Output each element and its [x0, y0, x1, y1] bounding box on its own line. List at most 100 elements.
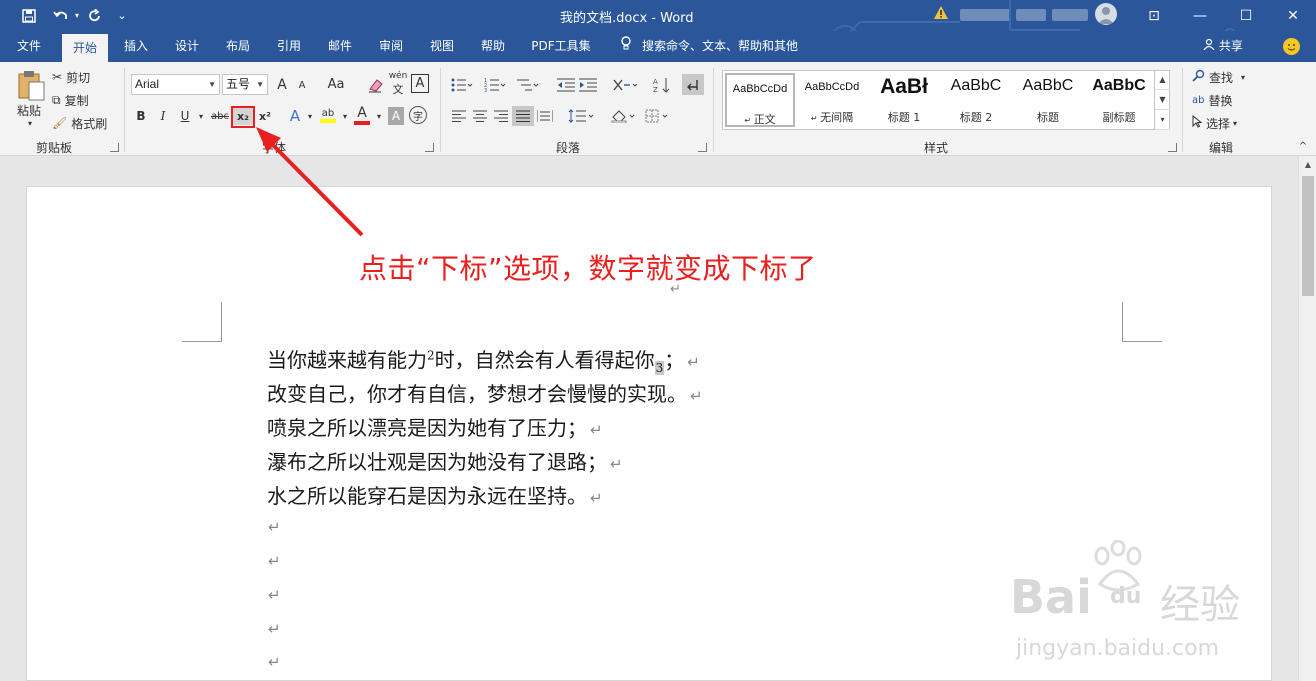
- shrink-font-icon[interactable]: A: [294, 76, 310, 95]
- text-effects-icon[interactable]: A: [286, 106, 304, 126]
- paste-button[interactable]: 粘贴: [12, 102, 46, 118]
- multilevel-list-icon[interactable]: [515, 74, 541, 95]
- sort-icon[interactable]: AZ: [651, 74, 673, 95]
- strikethrough-button[interactable]: abc: [210, 106, 230, 126]
- numbering-icon[interactable]: 123: [482, 74, 508, 95]
- justify-icon[interactable]: [512, 106, 534, 126]
- clear-formatting-icon[interactable]: [366, 74, 386, 95]
- enclose-characters-icon[interactable]: 字: [409, 106, 427, 124]
- styles-scroll-down-icon[interactable]: ▼: [1155, 90, 1170, 110]
- style-heading-1[interactable]: AaBł 标题 1: [869, 73, 939, 127]
- undo-dropdown-icon[interactable]: ▾: [72, 0, 82, 31]
- phonetic-guide-icon[interactable]: wén 文: [388, 71, 408, 96]
- font-color-button[interactable]: A: [352, 104, 372, 126]
- styles-scroll-up-icon[interactable]: ▲: [1155, 70, 1170, 90]
- paragraph-mark[interactable]: ↵: [268, 552, 281, 570]
- tab-file[interactable]: 文件: [6, 31, 52, 62]
- decrease-indent-icon[interactable]: [556, 74, 576, 95]
- styles-more-icon[interactable]: ▾: [1155, 110, 1170, 130]
- ribbon: 粘贴 ▾ ✂ 剪切 ⧉ 复制 🖌 格式刷 剪贴板 Arial ▼ 五号 ▼ A A Aa …: [0, 62, 1316, 156]
- tab-review[interactable]: 审阅: [368, 31, 414, 62]
- document-line[interactable]: 水之所以能穿石是因为永远在坚持。 ↵: [267, 480, 603, 509]
- vertical-scrollbar[interactable]: ▲: [1298, 156, 1316, 681]
- tab-design[interactable]: 设计: [164, 31, 210, 62]
- grow-font-icon[interactable]: A: [273, 74, 291, 95]
- tab-home[interactable]: 开始: [62, 34, 108, 62]
- phonetic-char: 文: [392, 83, 404, 96]
- format-painter-button[interactable]: 🖌 格式刷: [52, 113, 112, 133]
- underline-dropdown-icon[interactable]: ▾: [196, 106, 206, 126]
- document-title: 我的文档.docx - Word: [560, 11, 694, 26]
- find-button[interactable]: 查找 ▾: [1192, 67, 1256, 87]
- cut-button[interactable]: ✂ 剪切: [52, 67, 104, 87]
- font-color-label: A: [357, 105, 367, 121]
- document-line[interactable]: 喷泉之所以漂亮是因为她有了压力； ↵: [267, 412, 603, 441]
- document-line[interactable]: 当你越来越有能力2时，自然会有人看得起你3； ↵: [267, 344, 700, 375]
- document-line[interactable]: 瀑布之所以壮观是因为她没有了退路； ↵: [267, 446, 623, 475]
- margin-corner-mark: [182, 302, 222, 342]
- style-title[interactable]: AaBbC 标题: [1013, 73, 1083, 127]
- styles-launcher-icon[interactable]: [1168, 143, 1177, 152]
- text-effects-dropdown-icon[interactable]: ▾: [305, 106, 315, 126]
- scrollbar-thumb[interactable]: [1302, 176, 1314, 296]
- tab-help[interactable]: 帮助: [470, 31, 516, 62]
- show-formatting-marks-icon[interactable]: [682, 74, 704, 95]
- line-spacing-icon[interactable]: [566, 106, 596, 126]
- clipboard-launcher-icon[interactable]: [110, 143, 119, 152]
- font-color-dropdown-icon[interactable]: ▾: [374, 106, 384, 126]
- style-preview: AaBbC: [1022, 77, 1074, 94]
- style-subtitle[interactable]: AaBbC 副标题: [1085, 73, 1153, 127]
- character-shading-icon[interactable]: A: [388, 107, 404, 125]
- font-size-combo[interactable]: 五号 ▼: [222, 74, 268, 95]
- tab-mailings[interactable]: 邮件: [317, 31, 363, 62]
- align-left-icon[interactable]: [449, 106, 469, 126]
- shading-icon[interactable]: [608, 106, 638, 126]
- style-normal[interactable]: AaBbCcDd ↵ 正文: [725, 73, 795, 127]
- paste-dropdown-icon[interactable]: ▾: [25, 118, 35, 128]
- paragraph-mark[interactable]: ↵: [268, 586, 281, 604]
- redo-icon[interactable]: [84, 0, 106, 31]
- collapse-ribbon-icon[interactable]: ^: [1296, 140, 1310, 152]
- increase-indent-icon[interactable]: [578, 74, 598, 95]
- paragraph-mark[interactable]: ↵: [268, 518, 281, 536]
- smiley-feedback-icon[interactable]: [1283, 38, 1300, 55]
- bold-button[interactable]: B: [133, 106, 149, 126]
- borders-icon[interactable]: [643, 106, 673, 126]
- replace-button[interactable]: ab 替换: [1192, 90, 1252, 110]
- font-launcher-icon[interactable]: [425, 143, 434, 152]
- style-heading-2[interactable]: AaBbC 标题 2: [941, 73, 1011, 127]
- tab-insert[interactable]: 插入: [113, 31, 159, 62]
- style-no-spacing[interactable]: AaBbCcDd ↵ 无间隔: [797, 73, 867, 127]
- save-icon[interactable]: [18, 0, 40, 31]
- paragraph-mark[interactable]: ↵: [268, 620, 281, 638]
- undo-icon[interactable]: [48, 0, 74, 31]
- cut-label: 剪切: [66, 70, 91, 85]
- chinese-layout-icon[interactable]: [610, 74, 640, 95]
- scroll-up-icon[interactable]: ▲: [1299, 156, 1316, 174]
- tab-layout[interactable]: 布局: [215, 31, 261, 62]
- distributed-icon[interactable]: [535, 106, 555, 126]
- highlight-dropdown-icon[interactable]: ▾: [340, 106, 350, 126]
- align-right-icon[interactable]: [491, 106, 511, 126]
- tell-me-search[interactable]: 搜索命令、文本、帮助和其他: [620, 31, 798, 62]
- paragraph-mark[interactable]: ↵: [268, 653, 281, 671]
- underline-button[interactable]: U: [177, 106, 193, 126]
- highlight-button[interactable]: ab: [318, 104, 338, 126]
- bullets-icon[interactable]: [449, 74, 475, 95]
- tab-references[interactable]: 引用: [266, 31, 312, 62]
- customize-qa-icon[interactable]: ⌄: [114, 0, 130, 31]
- change-case-icon[interactable]: Aa: [322, 74, 350, 95]
- tab-pdf-tools[interactable]: PDF工具集: [524, 31, 598, 62]
- tab-view[interactable]: 视图: [419, 31, 465, 62]
- paste-icon[interactable]: [14, 68, 48, 104]
- select-button[interactable]: 选择 ▾: [1192, 113, 1256, 133]
- paragraph-launcher-icon[interactable]: [698, 143, 707, 152]
- italic-button[interactable]: I: [155, 106, 171, 126]
- character-border-icon[interactable]: A: [411, 74, 429, 93]
- align-center-icon[interactable]: [470, 106, 490, 126]
- superscript-button[interactable]: x²: [255, 107, 275, 125]
- document-line[interactable]: 改变自己，你才有自信，梦想才会慢慢的实现。 ↵: [267, 378, 703, 407]
- copy-button[interactable]: ⧉ 复制: [52, 90, 104, 110]
- share-button[interactable]: 共享: [1203, 31, 1243, 62]
- font-name-combo[interactable]: Arial ▼: [131, 74, 220, 95]
